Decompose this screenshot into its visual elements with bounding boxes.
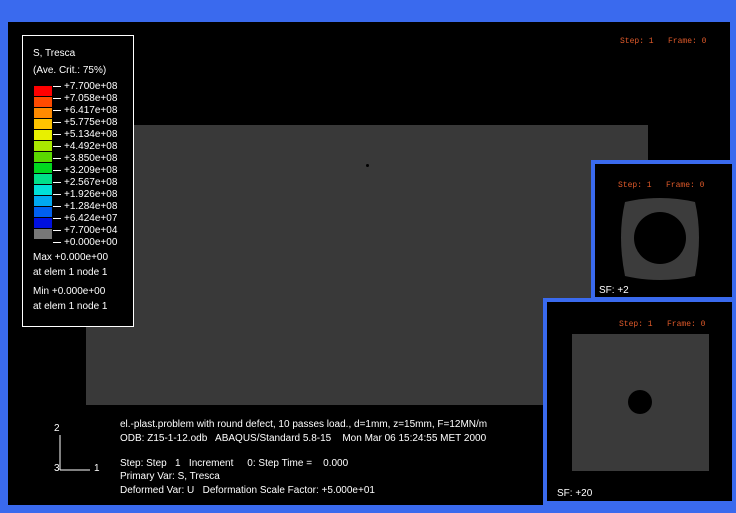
legend-subtitle: (Ave. Crit.: 75%) [33,65,107,76]
legend-value: +7.058e+08 [53,93,117,105]
vp3-step-frame-label: Step: 1 Frame: 0 [619,320,706,329]
legend-value: +1.926e+08 [53,189,117,201]
vp3-hole [628,390,652,414]
viewport-sf2[interactable]: Step: 1 Frame: 0 SF: +2 [591,160,736,301]
legend-swatch [34,119,52,130]
viewport-sf20[interactable]: Step: 1 Frame: 0 SF: +20 [543,298,736,505]
legend-value: +7.700e+04 [53,225,117,237]
legend-swatch [34,141,52,152]
legend-min: Min +0.000e+00 [33,286,106,297]
legend-value: +6.417e+08 [53,105,117,117]
legend-value: +3.209e+08 [53,165,117,177]
legend-swatches [34,86,52,240]
model-title: el.-plast.problem with round defect, 10 … [120,419,488,430]
contour-legend[interactable]: S, Tresca (Ave. Crit.: 75%) +7.700e+08 +7… [22,35,134,327]
legend-min-location: at elem 1 node 1 [33,301,108,312]
legend-swatch [34,163,52,174]
vp3-square-plot [572,334,709,471]
legend-title: S, Tresca [33,48,76,59]
axis-z-label: 3 [54,463,60,474]
legend-swatch [34,207,52,218]
legend-swatch [34,86,52,97]
legend-swatch [34,97,52,108]
legend-swatch [34,152,52,163]
triad-icon [59,435,90,471]
legend-swatch [34,130,52,141]
vp2-scale-factor: SF: +2 [599,285,629,296]
main-step-frame-label: Step: 1 Frame: 0 [620,37,707,46]
triad-axes: 2 3 1 [50,423,110,485]
defect-dot [366,164,369,167]
axis-x-label: 1 [94,463,100,474]
legend-value: +1.284e+08 [53,201,117,213]
deformed-var: Deformed Var: U Deformation Scale Factor… [120,485,375,496]
primary-var: Primary Var: S, Tresca [120,471,220,482]
legend-value: +5.775e+08 [53,117,117,129]
legend-value: +7.700e+08 [53,81,117,93]
legend-swatch [34,196,52,207]
legend-value: +5.134e+08 [53,129,117,141]
legend-values: +7.700e+08 +7.058e+08 +6.417e+08 +5.775e+08… [53,81,117,249]
legend-swatch [34,174,52,185]
vp2-ring-plot [621,198,699,280]
step-info: Step: Step 1 Increment 0: Step Time = 0.… [120,458,349,469]
legend-value: +4.492e+08 [53,141,117,153]
legend-value: +6.424e+07 [53,213,117,225]
legend-max: Max +0.000e+00 [33,252,109,263]
legend-value: +3.850e+08 [53,153,117,165]
legend-swatch [34,218,52,229]
legend-value: +0.000e+00 [53,237,117,249]
legend-swatch [34,229,52,240]
axis-y-label: 2 [54,423,60,434]
odb-info: ODB: Z15-1-12.odb ABAQUS/Standard 5.8-15… [120,433,487,444]
legend-value: +2.567e+08 [53,177,117,189]
legend-swatch [34,108,52,119]
legend-max-location: at elem 1 node 1 [33,267,108,278]
legend-swatch [34,185,52,196]
vp3-scale-factor: SF: +20 [557,488,593,499]
